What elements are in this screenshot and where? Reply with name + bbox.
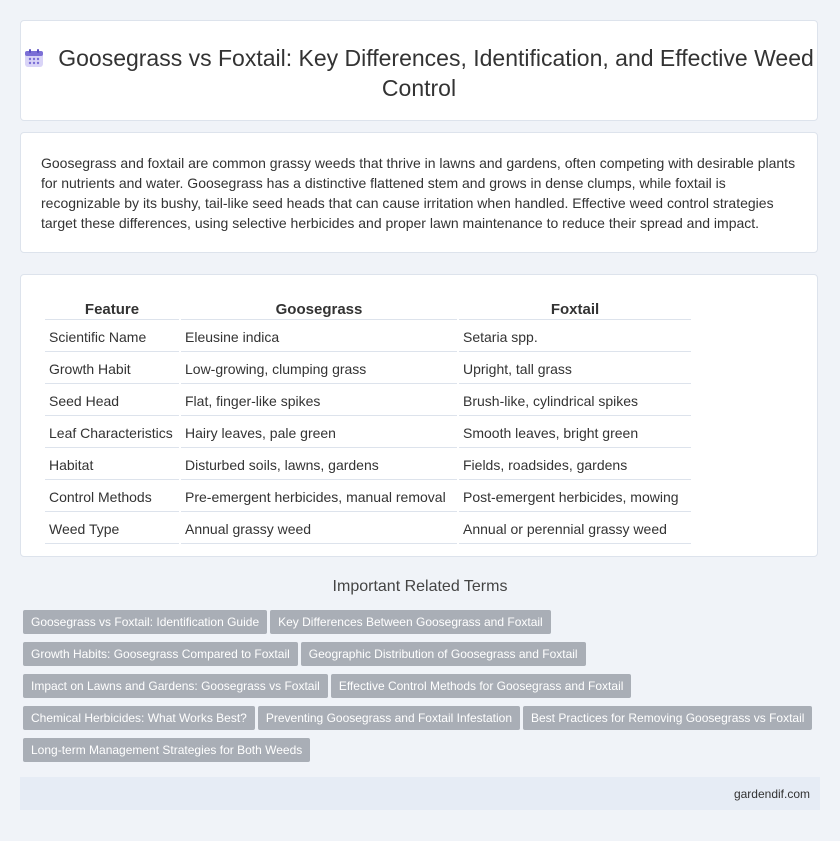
foxtail-cell: Fields, roadsides, gardens (459, 450, 691, 480)
intro-paragraph: Goosegrass and foxtail are common grassy… (41, 155, 796, 231)
related-term-tag[interactable]: Growth Habits: Goosegrass Compared to Fo… (23, 642, 298, 666)
header-goosegrass: Goosegrass (181, 299, 457, 320)
page-title: Goosegrass vs Foxtail: Key Differences, … (58, 45, 814, 101)
goosegrass-cell: Hairy leaves, pale green (181, 418, 457, 448)
feature-cell: Scientific Name (45, 322, 179, 352)
foxtail-cell: Post-emergent herbicides, mowing (459, 482, 691, 512)
goosegrass-cell: Flat, finger-like spikes (181, 386, 457, 416)
table-row: Leaf Characteristics Hairy leaves, pale … (45, 418, 691, 448)
related-term-tag[interactable]: Geographic Distribution of Goosegrass an… (300, 642, 586, 666)
feature-cell: Growth Habit (45, 354, 179, 384)
table-row: Weed Type Annual grassy weed Annual or p… (45, 514, 691, 544)
goosegrass-cell: Pre-emergent herbicides, manual removal (181, 482, 457, 512)
related-term-tag[interactable]: Goosegrass vs Foxtail: Identification Gu… (23, 610, 268, 634)
goosegrass-cell: Eleusine indica (181, 322, 457, 352)
related-term-tag[interactable]: Long-term Management Strategies for Both… (23, 738, 311, 762)
comparison-table: Feature Goosegrass Foxtail Scientific Na… (43, 297, 693, 546)
goosegrass-cell: Low-growing, clumping grass (181, 354, 457, 384)
table-row: Growth Habit Low-growing, clumping grass… (45, 354, 691, 384)
related-terms-heading: Important Related Terms (332, 578, 508, 595)
goosegrass-cell: Annual grassy weed (181, 514, 457, 544)
foxtail-cell: Upright, tall grass (459, 354, 691, 384)
title-card: Goosegrass vs Foxtail: Key Differences, … (20, 20, 818, 121)
related-term-tag[interactable]: Preventing Goosegrass and Foxtail Infest… (257, 706, 520, 730)
table-row: Scientific Name Eleusine indica Setaria … (45, 322, 691, 352)
goosegrass-cell: Disturbed soils, lawns, gardens (181, 450, 457, 480)
table-row: Habitat Disturbed soils, lawns, gardens … (45, 450, 691, 480)
foxtail-cell: Brush-like, cylindrical spikes (459, 386, 691, 416)
related-term-tag[interactable]: Best Practices for Removing Goosegrass v… (523, 706, 813, 730)
related-term-tag[interactable]: Chemical Herbicides: What Works Best? (23, 706, 255, 730)
table-header-row: Feature Goosegrass Foxtail (45, 299, 691, 320)
related-term-tag[interactable]: Impact on Lawns and Gardens: Goosegrass … (23, 674, 328, 698)
table-row: Seed Head Flat, finger-like spikes Brush… (45, 386, 691, 416)
intro-card: Goosegrass and foxtail are common grassy… (20, 132, 818, 253)
footer: gardendif.com (20, 777, 820, 810)
comparison-card: Feature Goosegrass Foxtail Scientific Na… (20, 274, 818, 557)
foxtail-cell: Setaria spp. (459, 322, 691, 352)
header-feature: Feature (45, 299, 179, 320)
foxtail-cell: Smooth leaves, bright green (459, 418, 691, 448)
feature-cell: Weed Type (45, 514, 179, 544)
table-row: Control Methods Pre-emergent herbicides,… (45, 482, 691, 512)
related-term-tag[interactable]: Key Differences Between Goosegrass and F… (270, 610, 551, 634)
feature-cell: Control Methods (45, 482, 179, 512)
page-title-wrap: Goosegrass vs Foxtail: Key Differences, … (21, 43, 817, 103)
footer-site-link[interactable]: gardendif.com (734, 787, 810, 801)
feature-cell: Leaf Characteristics (45, 418, 179, 448)
related-terms-list: Goosegrass vs Foxtail: Identification Gu… (23, 610, 823, 770)
calendar-icon (25, 49, 44, 67)
foxtail-cell: Annual or perennial grassy weed (459, 514, 691, 544)
feature-cell: Seed Head (45, 386, 179, 416)
related-term-tag[interactable]: Effective Control Methods for Goosegrass… (330, 674, 632, 698)
header-foxtail: Foxtail (459, 299, 691, 320)
feature-cell: Habitat (45, 450, 179, 480)
